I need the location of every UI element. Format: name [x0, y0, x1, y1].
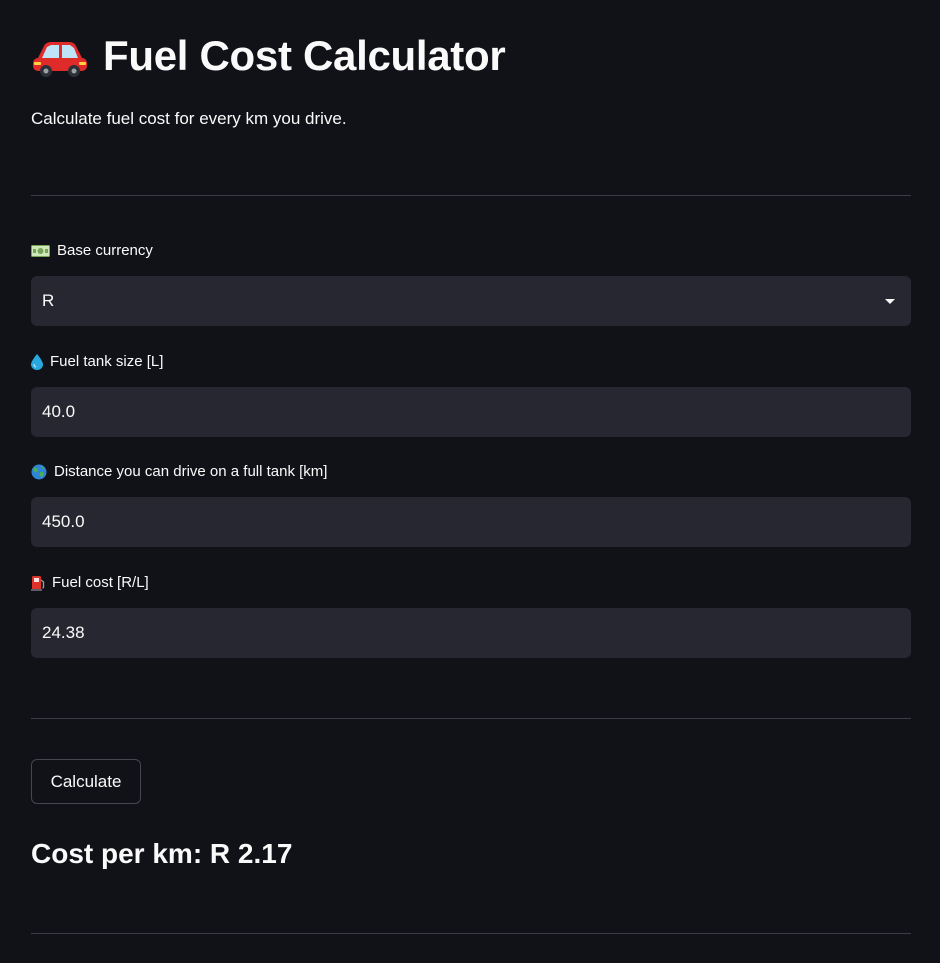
- divider: [31, 933, 911, 934]
- money-icon: [31, 245, 50, 257]
- page-title: Fuel Cost Calculator: [31, 28, 506, 84]
- tank-size-input[interactable]: [42, 402, 900, 422]
- fuel-cost-calculator-page: Fuel Cost Calculator Calculate fuel cost…: [0, 0, 940, 963]
- globe-icon: [31, 464, 47, 480]
- car-icon: [31, 36, 89, 77]
- distance-label: Distance you can drive on a full tank [k…: [31, 462, 327, 482]
- page-title-text: Fuel Cost Calculator: [103, 32, 506, 79]
- distance-input[interactable]: [42, 512, 900, 532]
- tank-size-label: Fuel tank size [L]: [31, 352, 163, 372]
- fuel-cost-field[interactable]: [31, 608, 911, 658]
- tank-size-field[interactable]: [31, 387, 911, 437]
- droplet-icon: [31, 354, 43, 370]
- tank-size-label-text: Fuel tank size [L]: [50, 353, 164, 370]
- fuel-cost-label: Fuel cost [R/L]: [31, 573, 149, 593]
- currency-select[interactable]: R: [31, 276, 911, 326]
- fuel-pump-icon: [31, 575, 45, 591]
- page-subtitle: Calculate fuel cost for every km you dri…: [31, 109, 347, 128]
- fuel-cost-label-text: Fuel cost [R/L]: [52, 574, 149, 591]
- chevron-down-icon[interactable]: [885, 298, 895, 304]
- currency-selected-value: R: [42, 291, 55, 310]
- divider: [31, 195, 911, 196]
- divider: [31, 718, 911, 719]
- fuel-cost-input[interactable]: [42, 623, 900, 643]
- cost-per-km-result: Cost per km: R 2.17: [31, 838, 293, 869]
- currency-label: Base currency: [31, 241, 153, 261]
- calculate-button[interactable]: Calculate: [31, 759, 141, 804]
- distance-field[interactable]: [31, 497, 911, 547]
- currency-label-text: Base currency: [57, 242, 153, 259]
- distance-label-text: Distance you can drive on a full tank [k…: [54, 463, 328, 480]
